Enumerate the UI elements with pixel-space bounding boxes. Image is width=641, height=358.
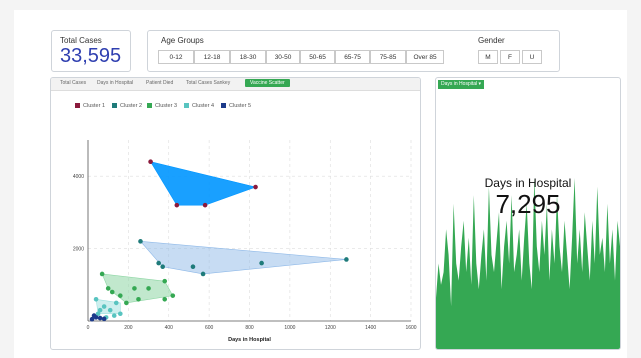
data-point: [170, 293, 176, 298]
data-point: [162, 296, 168, 302]
x-tick-label: 1400: [365, 325, 376, 331]
age-group-button[interactable]: Over 85: [406, 50, 444, 64]
age-group-button[interactable]: 12-18: [194, 50, 230, 64]
data-point: [97, 315, 103, 321]
data-point: [190, 264, 196, 269]
age-groups-label: Age Groups: [161, 36, 204, 45]
data-point: [107, 307, 113, 313]
data-point: [132, 286, 137, 291]
scatter-chart: 0 200 400 600 800 1000 1200 1400 1600 2000 4000 Day…: [73, 140, 417, 343]
days-in-hospital-card: Days in Hospital ▾ Days in Hospital 7,29…: [435, 77, 621, 350]
total-cases-value: 33,595: [60, 45, 122, 67]
data-point: [124, 300, 129, 306]
data-point: [160, 264, 165, 269]
total-cases-card: Total Cases 33,595: [51, 30, 131, 72]
data-point: [162, 278, 168, 284]
gender-label: Gender: [478, 36, 505, 45]
x-tick-label: 600: [205, 325, 214, 331]
x-tick-label: 0: [87, 325, 90, 331]
data-point: [118, 311, 123, 317]
data-point: [344, 257, 349, 262]
x-tick-label: 1000: [284, 325, 295, 331]
x-tick-label: 400: [165, 325, 174, 331]
data-point: [200, 271, 206, 277]
kpi-value: 7,295: [495, 189, 561, 219]
data-point: [253, 184, 258, 190]
gender-button[interactable]: U: [522, 50, 542, 64]
data-point: [138, 239, 143, 244]
y-tick-label: 4000: [73, 174, 84, 180]
data-point: [146, 286, 151, 291]
scatter-card: Total Cases Days in Hospital Patient Died T…: [50, 77, 421, 350]
age-group-button[interactable]: 0-12: [158, 50, 194, 64]
data-point: [93, 296, 99, 302]
x-tick-label: 1200: [325, 325, 336, 331]
x-axis-label: Days in Hospital: [228, 337, 271, 343]
gender-button[interactable]: M: [478, 50, 498, 64]
kpi-title: Days in Hospital: [484, 176, 572, 190]
age-group-button[interactable]: 30-50: [266, 50, 300, 64]
age-group-button[interactable]: 75-85: [370, 50, 406, 64]
filters-card: Age Groups 0-12 12-18 18-30 30-50 50-65 65-75…: [147, 30, 560, 72]
data-point: [99, 271, 105, 277]
total-cases-label: Total Cases: [60, 36, 102, 45]
data-point: [109, 289, 115, 295]
data-point: [113, 300, 119, 306]
age-group-button[interactable]: 50-65: [300, 50, 335, 64]
data-point: [111, 313, 117, 318]
data-point: [101, 316, 107, 322]
data-point: [148, 159, 153, 165]
x-tick-label: 1600: [405, 325, 416, 331]
x-tick-label: 800: [245, 325, 254, 331]
data-point: [259, 260, 264, 266]
data-point: [174, 202, 180, 208]
cluster-hull: [149, 161, 257, 206]
x-tick-label: 200: [124, 325, 133, 331]
data-point: [91, 313, 97, 318]
data-point: [101, 304, 107, 309]
data-point: [118, 293, 123, 298]
gender-button[interactable]: F: [500, 50, 520, 64]
data-point: [105, 286, 111, 291]
data-point: [202, 202, 208, 208]
data-point: [156, 260, 161, 266]
age-group-button[interactable]: 18-30: [230, 50, 266, 64]
dashboard: Total Cases 33,595 Age Groups 0-12 12-18 1…: [14, 10, 627, 358]
age-group-button[interactable]: 65-75: [335, 50, 370, 64]
cluster-hull: [139, 240, 347, 275]
y-tick-label: 2000: [73, 247, 84, 253]
data-point: [136, 296, 141, 302]
